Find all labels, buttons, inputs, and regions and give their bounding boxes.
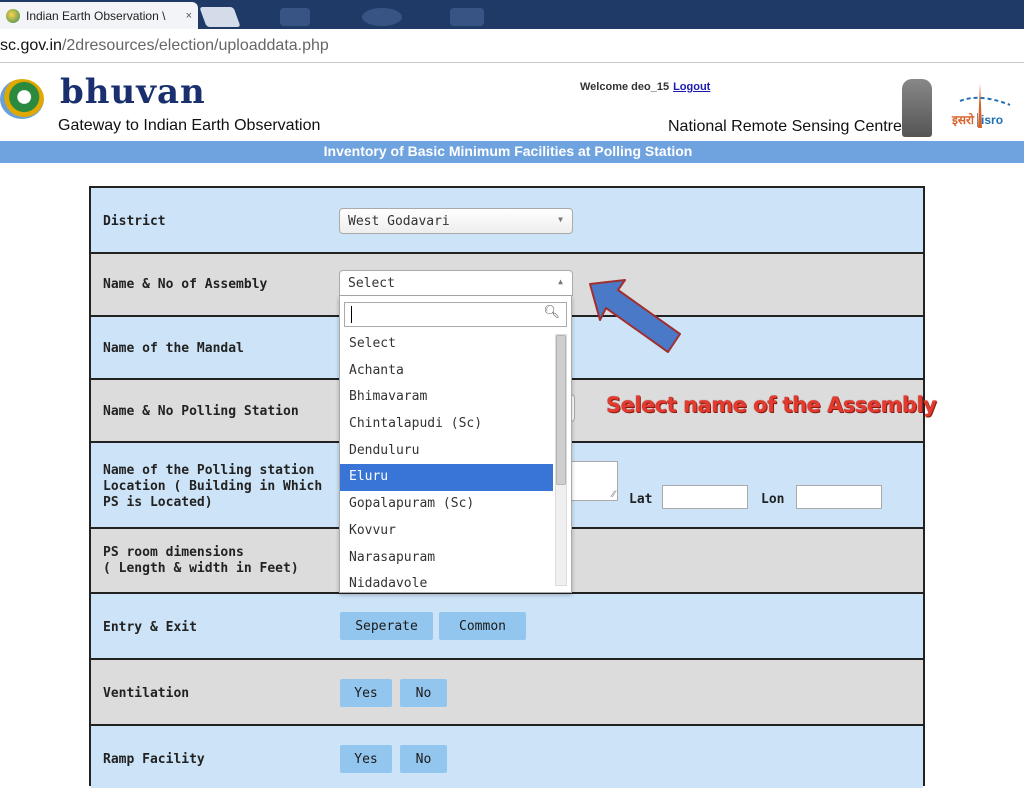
- entry-separate-button[interactable]: Seperate: [340, 612, 433, 640]
- dropdown-options: Select Achanta Bhimavaram Chintalapudi (…: [340, 331, 553, 591]
- search-icon: 🔍︎: [543, 305, 560, 320]
- assembly-value: Select: [348, 276, 395, 291]
- welcome-message: Welcome deo_15 Logout: [580, 81, 710, 93]
- ps-location-textarea[interactable]: ⁄⁄: [571, 461, 618, 501]
- bhuvan-logo-text: bhuvan: [60, 72, 206, 112]
- isro-hindi: इसरो: [952, 113, 975, 127]
- resize-handle-icon: ⁄⁄: [611, 490, 615, 500]
- ps-location-label-line2: Location ( Building in Which: [103, 479, 323, 494]
- assembly-select[interactable]: Select ▲: [339, 270, 573, 296]
- ramp-no-button[interactable]: No: [400, 745, 447, 773]
- mandal-label: Name of the Mandal: [103, 341, 244, 356]
- ps-location-label-line1: Name of the Polling station: [103, 463, 315, 478]
- toolbar-icon: [280, 8, 310, 26]
- tab-title: Indian Earth Observation \: [26, 8, 166, 23]
- annotation-arrow-icon: [589, 279, 681, 353]
- address-bar[interactable]: sc.gov.in/2dresources/election/uploaddat…: [0, 29, 1024, 63]
- chevron-up-icon: ▲: [558, 277, 563, 286]
- url-domain: sc.gov.in: [0, 37, 62, 54]
- district-value: West Godavari: [348, 214, 450, 229]
- page-title: Inventory of Basic Minimum Facilities at…: [323, 143, 693, 159]
- ventilation-no-button[interactable]: No: [400, 679, 447, 707]
- organization-name: National Remote Sensing Centre: [668, 118, 902, 135]
- entry-exit-label: Entry & Exit: [103, 620, 197, 635]
- ventilation-yes-button[interactable]: Yes: [340, 679, 392, 707]
- annotation-text: Select name of the Assembly: [606, 393, 937, 417]
- room-dimensions-line2: ( Length & width in Feet): [103, 561, 299, 576]
- favicon-icon: [6, 8, 20, 23]
- dropdown-option[interactable]: Bhimavaram: [340, 384, 553, 411]
- url-path: /2dresources/election/uploaddata.php: [61, 37, 329, 54]
- lat-input[interactable]: [662, 485, 748, 509]
- dropdown-scrollbar[interactable]: [555, 334, 567, 586]
- room-dimensions-line1: PS room dimensions: [103, 545, 244, 560]
- logout-link[interactable]: Logout: [673, 81, 710, 93]
- entry-common-button[interactable]: Common: [439, 612, 526, 640]
- assembly-dropdown: 🔍︎ Select Achanta Bhimavaram Chintalapud…: [339, 296, 572, 593]
- assembly-label: Name & No of Assembly: [103, 277, 268, 292]
- dropdown-option[interactable]: Gopalapuram (Sc): [340, 491, 553, 518]
- isro-english: isro: [977, 113, 1004, 127]
- scrollbar-thumb[interactable]: [556, 335, 566, 485]
- ps-location-label-line3: PS is Located): [103, 495, 213, 510]
- toolbar-icon: [450, 8, 484, 26]
- district-label: District: [103, 214, 166, 229]
- polling-station-label: Name & No Polling Station: [103, 404, 299, 419]
- dropdown-option[interactable]: Denduluru: [340, 438, 553, 465]
- ps-location-label: Name of the Polling station Location ( B…: [103, 463, 322, 511]
- text-cursor: [351, 306, 352, 323]
- welcome-text: Welcome deo_15: [580, 81, 670, 93]
- browser-tab[interactable]: Indian Earth Observation \ ×: [0, 2, 198, 29]
- dropdown-option[interactable]: Select: [340, 331, 553, 358]
- government-emblem-icon: [902, 79, 932, 137]
- site-tagline: Gateway to Indian Earth Observation: [58, 117, 321, 134]
- ramp-yes-button[interactable]: Yes: [340, 745, 392, 773]
- dropdown-option-highlighted[interactable]: Eluru: [340, 464, 553, 492]
- dropdown-option[interactable]: Kovvur: [340, 518, 553, 545]
- dropdown-search-input[interactable]: 🔍︎: [344, 302, 567, 327]
- ventilation-row: Ventilation Yes No: [91, 660, 923, 724]
- site-header: bhuvan Gateway to Indian Earth Observati…: [0, 63, 1024, 141]
- page-title-bar: Inventory of Basic Minimum Facilities at…: [0, 141, 1024, 163]
- lon-input[interactable]: [796, 485, 882, 509]
- dropdown-option[interactable]: Narasapuram: [340, 545, 553, 572]
- district-select[interactable]: West Godavari ▼: [339, 208, 573, 234]
- dropdown-option[interactable]: Achanta: [340, 358, 553, 385]
- district-row: District West Godavari ▼: [91, 188, 923, 252]
- chevron-down-icon: ▼: [558, 215, 563, 224]
- lat-label: Lat: [629, 492, 653, 507]
- ramp-facility-row: Ramp Facility Yes No: [91, 726, 923, 788]
- tab-close-icon[interactable]: ×: [186, 10, 192, 22]
- ventilation-label: Ventilation: [103, 686, 190, 701]
- new-tab-button[interactable]: [199, 7, 241, 27]
- toolbar-icon: [362, 8, 402, 26]
- entry-exit-row: Entry & Exit Seperate Common: [91, 594, 923, 658]
- bhuvan-logo-icon: [0, 79, 44, 119]
- isro-wordmark: इसरो isro: [952, 111, 1004, 128]
- lon-label: Lon: [761, 492, 785, 507]
- dropdown-option[interactable]: Chintalapudi (Sc): [340, 411, 553, 438]
- browser-tabstrip: Indian Earth Observation \ ×: [0, 0, 1024, 29]
- dropdown-option[interactable]: Nidadavole: [340, 571, 553, 591]
- room-dimensions-label: PS room dimensions ( Length & width in F…: [103, 545, 299, 577]
- ramp-facility-label: Ramp Facility: [103, 752, 205, 767]
